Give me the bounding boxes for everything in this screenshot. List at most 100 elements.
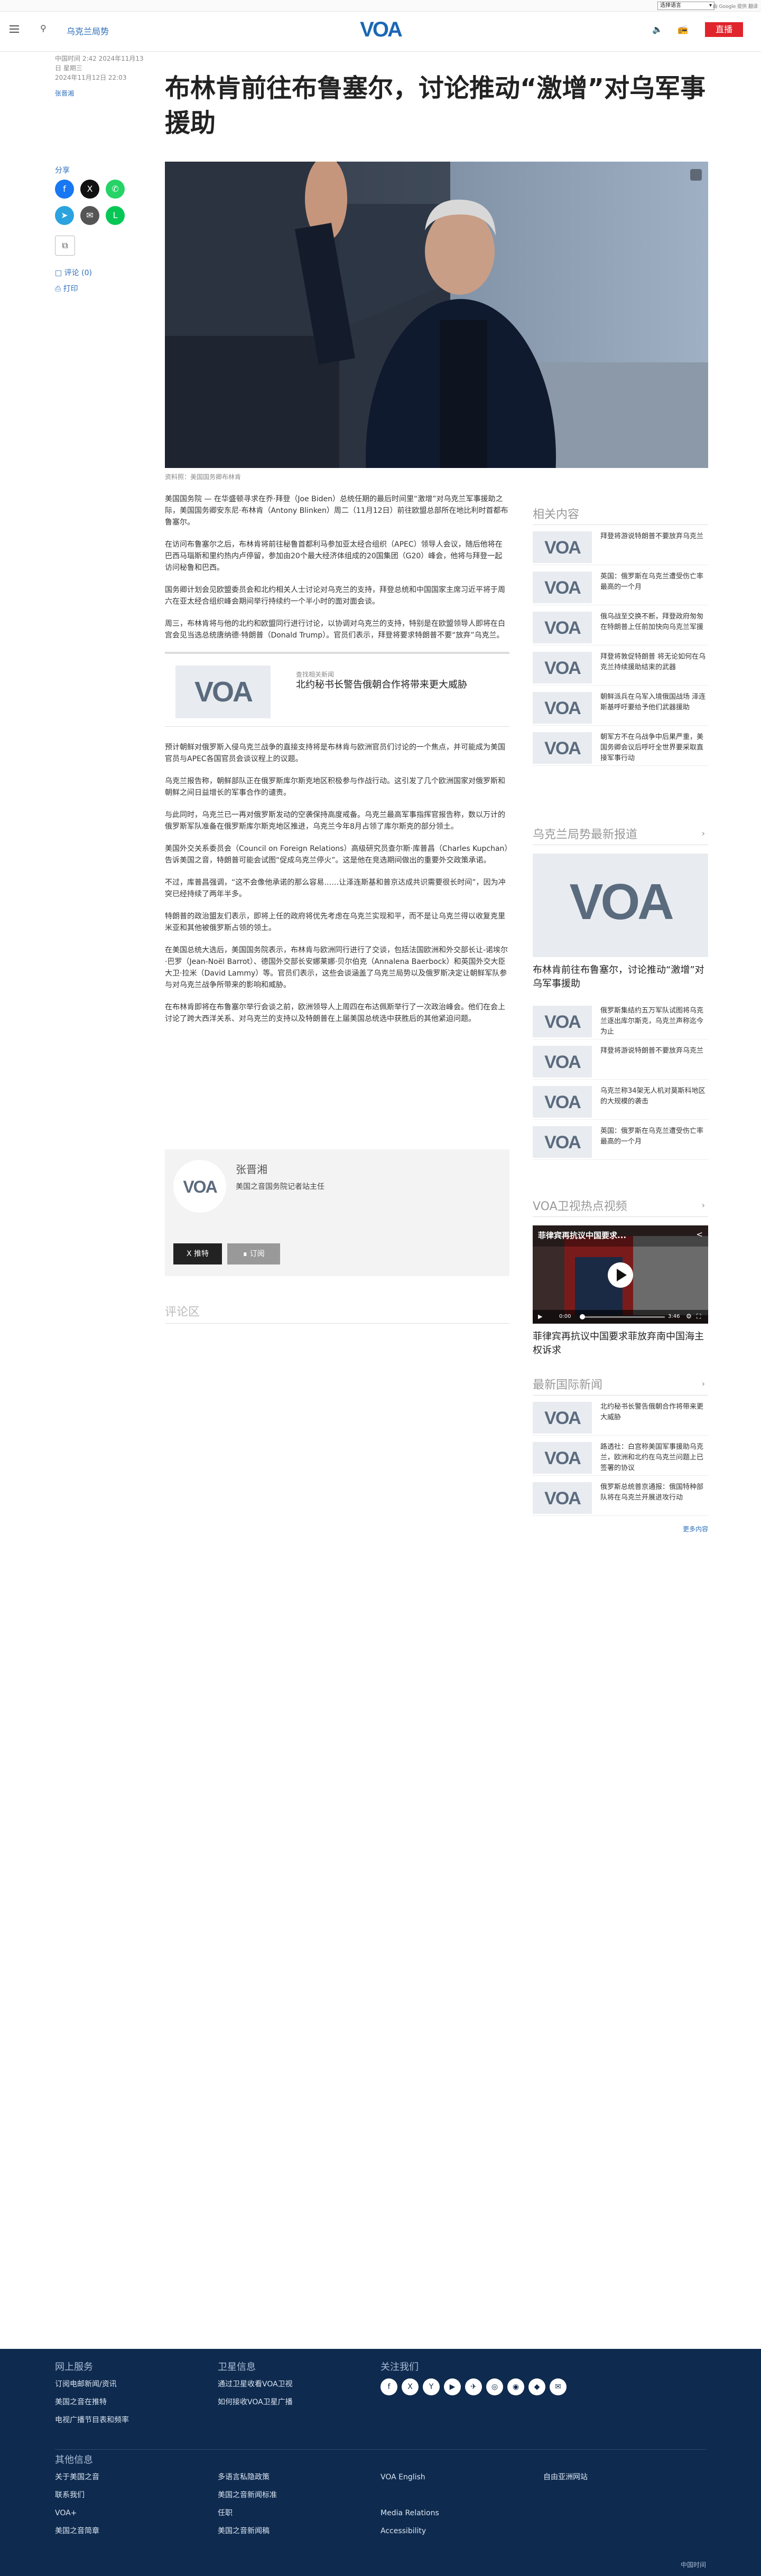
footer-link[interactable] — [543, 2486, 588, 2504]
more-link[interactable]: 更多内容 — [533, 1524, 708, 1533]
comments-heading: 评论区 — [165, 1303, 509, 1324]
footer-link[interactable]: 多语言私隐政策 — [218, 2468, 277, 2486]
social-icon[interactable]: ◎ — [486, 2378, 503, 2395]
list-item[interactable]: VOA 俄罗斯总统普京通报：俄国特种部队将在乌克兰开展进攻行动 — [533, 1476, 708, 1516]
voa-logo[interactable]: VOA — [355, 19, 406, 40]
social-icon[interactable]: Y — [423, 2378, 440, 2395]
radio-icon[interactable]: 📻 — [678, 24, 688, 34]
footer-link[interactable]: 电视广播节目表和频率 — [55, 2411, 129, 2429]
intl-heading[interactable]: 最新国际新闻 › — [533, 1375, 708, 1395]
footer-link[interactable] — [380, 2486, 439, 2504]
footer-link[interactable]: 美国之音新闻标准 — [218, 2486, 277, 2504]
list-item[interactable]: VOA 北约秘书长警告俄朝合作将带来更大威胁 — [533, 1395, 708, 1436]
email-share-icon[interactable]: ✉ — [80, 206, 99, 225]
x-icon: X — [186, 1250, 194, 1258]
ukraine-featured-title[interactable]: 布林肯前往布鲁塞尔，讨论推动“激增”对乌军事援助 — [533, 963, 708, 991]
list-item-title[interactable]: 英国：俄罗斯在乌克兰遭受伤亡率最高的一个月 — [600, 572, 706, 593]
video-player[interactable]: 菲律宾再抗议中国要求... < ▶ 0:00 3:46 ⚙ ⛶ — [533, 1225, 708, 1324]
search-icon[interactable]: ⚲ — [40, 23, 51, 34]
list-item[interactable]: VOA 俄罗斯集结约五万军队试图将乌克兰逐出库尔斯克，乌克兰声称迄今为止 — [533, 999, 708, 1039]
footer-link[interactable]: Media Relations — [380, 2504, 439, 2522]
footer-link[interactable]: Accessibility — [380, 2522, 439, 2540]
list-item-title[interactable]: 朝军方不在乌战争中后果严重，美国务卿会议后呼吁全世界要采取直接军事行动 — [600, 732, 706, 764]
print-link[interactable]: ⎙ 打印 — [55, 283, 78, 294]
footer-link[interactable]: 通过卫星收看VOA卫视 — [218, 2375, 293, 2393]
footer-link[interactable]: 联系我们 — [55, 2486, 99, 2504]
audio-icon[interactable]: 🔈 — [652, 24, 663, 34]
share-icon[interactable]: < — [696, 1230, 703, 1239]
footer-link[interactable]: 美国之音在推特 — [55, 2393, 129, 2411]
ukraine-heading[interactable]: 乌克兰局势最新报道 › — [533, 825, 708, 845]
menu-icon[interactable] — [10, 25, 19, 33]
social-icon[interactable]: X — [402, 2378, 419, 2395]
list-item[interactable]: VOA 路透社：白宫称美国军事援助乌克兰，欧洲和北约在乌克兰问题上已签署的协议 — [533, 1436, 708, 1476]
video-overlay-title: 菲律宾再抗议中国要求... — [538, 1231, 627, 1240]
footer-link[interactable]: 自由亚洲网站 — [543, 2468, 588, 2486]
list-item[interactable]: VOA 俄乌战至交换不断，拜登政府匆匆在特朗普上任前加快向乌克兰军援 — [533, 605, 708, 645]
comments-link[interactable]: □ 评论 (0) — [55, 267, 92, 278]
footer-link[interactable]: 任职 — [218, 2504, 277, 2522]
related-title[interactable]: 北约秘书长警告俄朝合作将带来更大威胁 — [296, 678, 497, 692]
social-icon[interactable]: ✈ — [465, 2378, 482, 2395]
list-item[interactable]: VOA 乌克兰称34架无人机对莫斯科地区的大规模的袭击 — [533, 1080, 708, 1120]
translate-powered: 由 Google 提供 翻译 — [712, 4, 758, 10]
play-small-icon[interactable]: ▶ — [538, 1313, 542, 1320]
footer-link[interactable]: 美国之音新闻稿 — [218, 2522, 277, 2540]
footer-link[interactable]: 美国之音简章 — [55, 2522, 99, 2540]
social-icon[interactable]: ◉ — [507, 2378, 524, 2395]
paragraph: 预计朝鲜对俄罗斯入侵乌克兰战争的直接支持将是布林肯与欧洲官员们讨论的一个焦点，并… — [165, 743, 505, 763]
list-item-title[interactable]: 拜登将游说特朗普不要放弃乌克兰 — [600, 531, 706, 542]
list-item-title[interactable]: 路透社：白宫称美国军事援助乌克兰，欧洲和北约在乌克兰问题上已签署的协议 — [600, 1442, 706, 1474]
print-icon: ⎙ — [55, 285, 63, 293]
copy-link-icon[interactable]: ⧉ — [55, 236, 75, 256]
footer-link[interactable]: VOA English — [380, 2468, 439, 2486]
list-item-title[interactable]: 拜登将敦促特朗普 将无论如何在乌克兰持续援助结束的武器 — [600, 652, 706, 673]
list-item-title[interactable]: 乌克兰称34架无人机对莫斯科地区的大规模的袭击 — [600, 1086, 706, 1107]
list-item-title[interactable]: 朝鲜派兵在乌军入境俄国战场 泽连斯基呼吁要给予他们武器援助 — [600, 692, 706, 713]
list-item-title[interactable]: 英国：俄罗斯在乌克兰遭受伤亡率最高的一个月 — [600, 1126, 706, 1147]
whatsapp-share-icon[interactable]: ✆ — [106, 180, 125, 199]
footer-link[interactable]: 关于美国之音 — [55, 2468, 99, 2486]
subscribe-button[interactable]: ∎ 订阅 — [227, 1243, 280, 1264]
social-icon[interactable]: ✉ — [550, 2378, 567, 2395]
list-item[interactable]: VOA 朝军方不在乌战争中后果严重，美国务卿会议后呼吁全世界要采取直接军事行动 — [533, 726, 708, 766]
list-item-title[interactable]: 俄乌战至交换不断，拜登政府匆匆在特朗普上任前加快向乌克兰军援 — [600, 612, 706, 633]
list-item-title[interactable]: 拜登将游说特朗普不要放弃乌克兰 — [600, 1046, 706, 1056]
list-item[interactable]: VOA 拜登将游说特朗普不要放弃乌克兰 — [533, 1039, 708, 1080]
list-item[interactable]: VOA 朝鲜派兵在乌军入境俄国战场 泽连斯基呼吁要给予他们武器援助 — [533, 686, 708, 726]
list-item-title[interactable]: 北约秘书长警告俄朝合作将带来更大威胁 — [600, 1402, 706, 1423]
footer-link[interactable]: 如何接收VOA卫星广播 — [218, 2393, 293, 2411]
video-heading[interactable]: VOA卫视热点视频 › — [533, 1197, 708, 1217]
line-share-icon[interactable]: L — [106, 206, 125, 225]
list-item-title[interactable]: 俄罗斯总统普京通报：俄国特种部队将在乌克兰开展进攻行动 — [600, 1482, 706, 1503]
settings-icon[interactable]: ⚙ — [686, 1313, 692, 1320]
social-icon[interactable]: f — [380, 2378, 397, 2395]
social-icon[interactable]: ▶ — [444, 2378, 461, 2395]
ukraine-featured-image[interactable]: VOA — [533, 854, 708, 957]
article-author-link[interactable]: 张晋湘 — [55, 89, 145, 98]
language-select[interactable]: 选择语言 — [657, 2, 714, 10]
list-item[interactable]: VOA 拜登将游说特朗普不要放弃乌克兰 — [533, 525, 708, 565]
live-button[interactable]: 直播 — [705, 22, 743, 37]
list-thumbnail: VOA — [533, 572, 592, 603]
list-item[interactable]: VOA 英国：俄罗斯在乌克兰遭受伤亡率最高的一个月 — [533, 1120, 708, 1160]
list-item-title[interactable]: 俄罗斯集结约五万军队试图将乌克兰逐出库尔斯克，乌克兰声称迄今为止 — [600, 1006, 706, 1037]
related-story-card[interactable]: VOA 查找相关新闻 北约秘书长警告俄朝合作将带来更大威胁 — [165, 652, 509, 727]
list-item[interactable]: VOA 拜登将敦促特朗普 将无论如何在乌克兰持续援助结束的武器 — [533, 645, 708, 686]
author-name[interactable]: 张晋湘 — [236, 1161, 267, 1176]
x-share-icon[interactable]: X — [80, 180, 99, 199]
footer-link[interactable]: VOA+ — [55, 2504, 99, 2522]
section-link[interactable]: 乌克兰局势 — [67, 24, 109, 37]
paragraph: 特朗普的政治盟友们表示，即将上任的政府将优先考虑在乌克兰实现和平，而不是让乌克兰… — [165, 912, 505, 932]
social-icon[interactable]: ◆ — [528, 2378, 545, 2395]
facebook-share-icon[interactable]: f — [55, 180, 74, 199]
footer-link[interactable] — [543, 2522, 588, 2540]
expand-icon[interactable] — [690, 169, 702, 181]
footer-link[interactable] — [543, 2504, 588, 2522]
list-item[interactable]: VOA 英国：俄罗斯在乌克兰遭受伤亡率最高的一个月 — [533, 565, 708, 605]
follow-twitter-button[interactable]: X 推特 — [173, 1243, 222, 1264]
telegram-share-icon[interactable]: ➤ — [55, 206, 74, 225]
fullscreen-icon[interactable]: ⛶ — [697, 1313, 701, 1320]
video-caption[interactable]: 菲律宾再抗议中国要求菲放弃南中国海主权诉求 — [533, 1330, 708, 1357]
footer-link[interactable]: 订阅电邮新闻/资讯 — [55, 2375, 129, 2393]
